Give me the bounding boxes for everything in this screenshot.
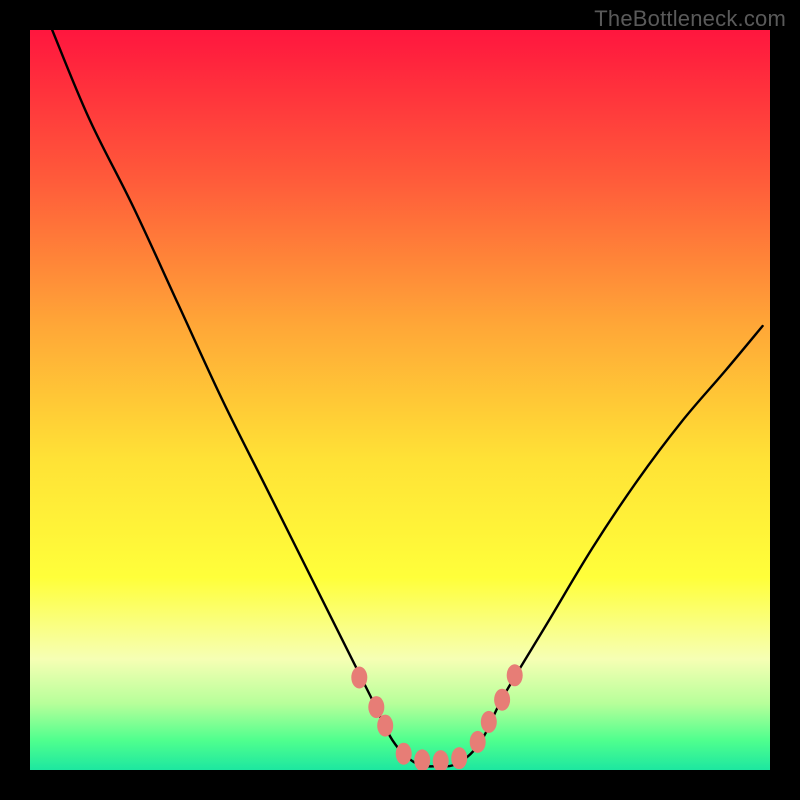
marker-dot <box>368 696 384 718</box>
marker-dot <box>481 711 497 733</box>
bottleneck-chart <box>30 30 770 770</box>
marker-dot <box>494 689 510 711</box>
marker-dot <box>507 664 523 686</box>
gradient-background <box>30 30 770 770</box>
marker-dot <box>351 667 367 689</box>
marker-dot <box>470 731 486 753</box>
plot-area <box>30 30 770 770</box>
outer-frame: TheBottleneck.com <box>0 0 800 800</box>
marker-dot <box>451 747 467 769</box>
marker-dot <box>377 715 393 737</box>
watermark-text: TheBottleneck.com <box>594 6 786 32</box>
marker-dot <box>396 743 412 765</box>
